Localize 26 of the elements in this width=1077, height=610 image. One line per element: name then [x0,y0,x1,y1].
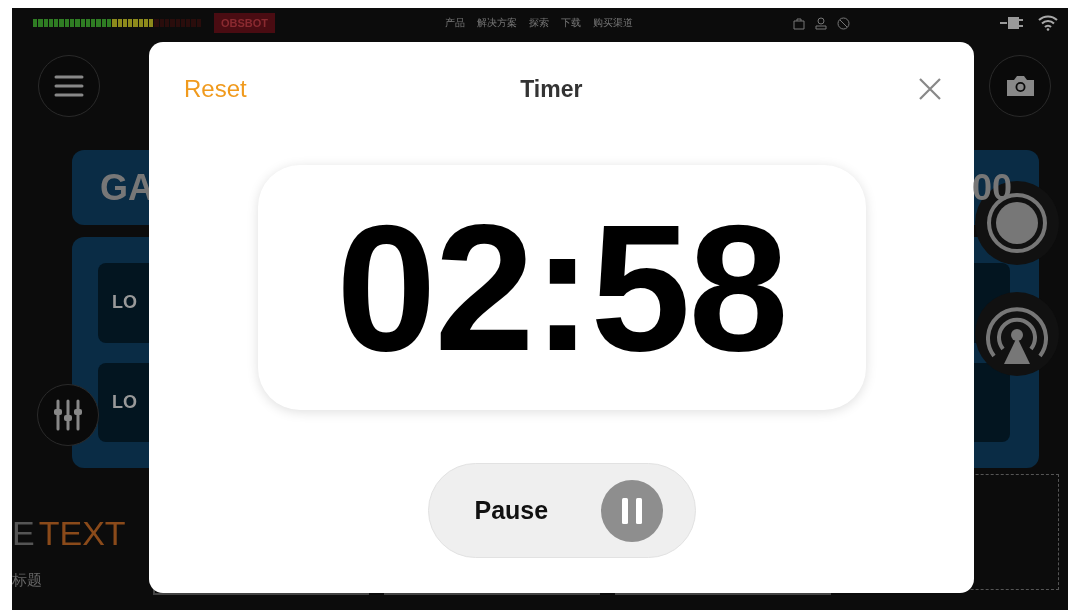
close-icon [918,77,942,101]
nav-link[interactable]: 购买渠道 [593,16,634,30]
subtitle: 标题 [12,571,43,590]
nav-link[interactable]: 探索 [529,16,550,30]
nav-link[interactable]: 下载 [561,16,582,30]
bag-icon[interactable] [793,16,806,30]
pause-icon [600,479,663,542]
brand-badge: OBSBOT [214,13,276,33]
sliders-icon [53,399,83,431]
heading-text-muted: E [12,514,35,553]
pause-button[interactable]: Pause [427,463,696,558]
camera-icon [1004,74,1036,98]
broadcast-icon [986,304,1048,364]
gain-label: GA [100,166,154,209]
heading-text: TEXT [38,514,126,553]
user-icon[interactable] [815,16,828,30]
timer-time: 02:58 [336,197,787,378]
close-button[interactable] [918,77,942,101]
input-label: LO [112,391,137,413]
wifi-icon [1038,15,1058,31]
nav-link[interactable]: 产品 [445,16,466,30]
plug-icon [1000,17,1024,29]
menu-icon [54,75,84,97]
input-label: LO [112,292,137,314]
nav-link[interactable]: 解决方案 [477,16,518,30]
dialog-title: Timer [519,75,584,103]
